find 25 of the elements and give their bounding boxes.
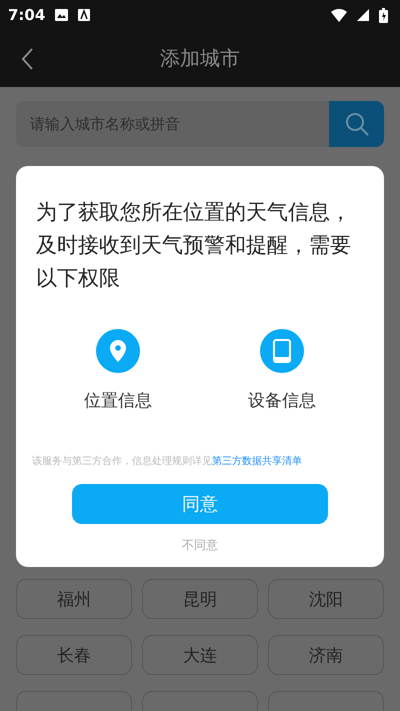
data-sharing-link[interactable]: 第三方数据共享清单 — [212, 456, 302, 467]
wifi-icon — [331, 8, 347, 22]
search-icon — [344, 111, 370, 137]
privacy-note: 该服务与第三方合作，信息处理规则详见第三方数据共享清单 — [32, 454, 303, 468]
back-icon[interactable] — [20, 46, 34, 70]
permission-label: 设备信息 — [248, 390, 316, 412]
permission-label: 位置信息 — [84, 390, 152, 412]
location-pin-icon — [96, 329, 140, 373]
signal-icon — [357, 9, 369, 21]
agree-button[interactable]: 同意 — [72, 484, 328, 524]
letter-icon — [78, 9, 90, 21]
city-button[interactable]: 长春 — [16, 635, 132, 675]
battery-icon — [379, 8, 388, 22]
image-icon — [55, 9, 68, 21]
tablet-icon — [260, 329, 304, 373]
search-button[interactable] — [329, 101, 384, 147]
disagree-button[interactable]: 不同意 — [176, 536, 224, 555]
status-time: 7:04 — [8, 6, 46, 24]
dialog-message: 为了获取您所在位置的天气信息，及时接收到天气预警和提醒，需要以下权限 — [36, 199, 352, 292]
city-button[interactable]: 沈阳 — [268, 579, 384, 619]
city-button[interactable]: 昆明 — [142, 579, 258, 619]
city-button[interactable]: 大连 — [142, 635, 258, 675]
city-button[interactable]: 济南 — [268, 635, 384, 675]
page-title: 添加城市 — [159, 45, 241, 72]
city-button[interactable]: 福州 — [16, 579, 132, 619]
